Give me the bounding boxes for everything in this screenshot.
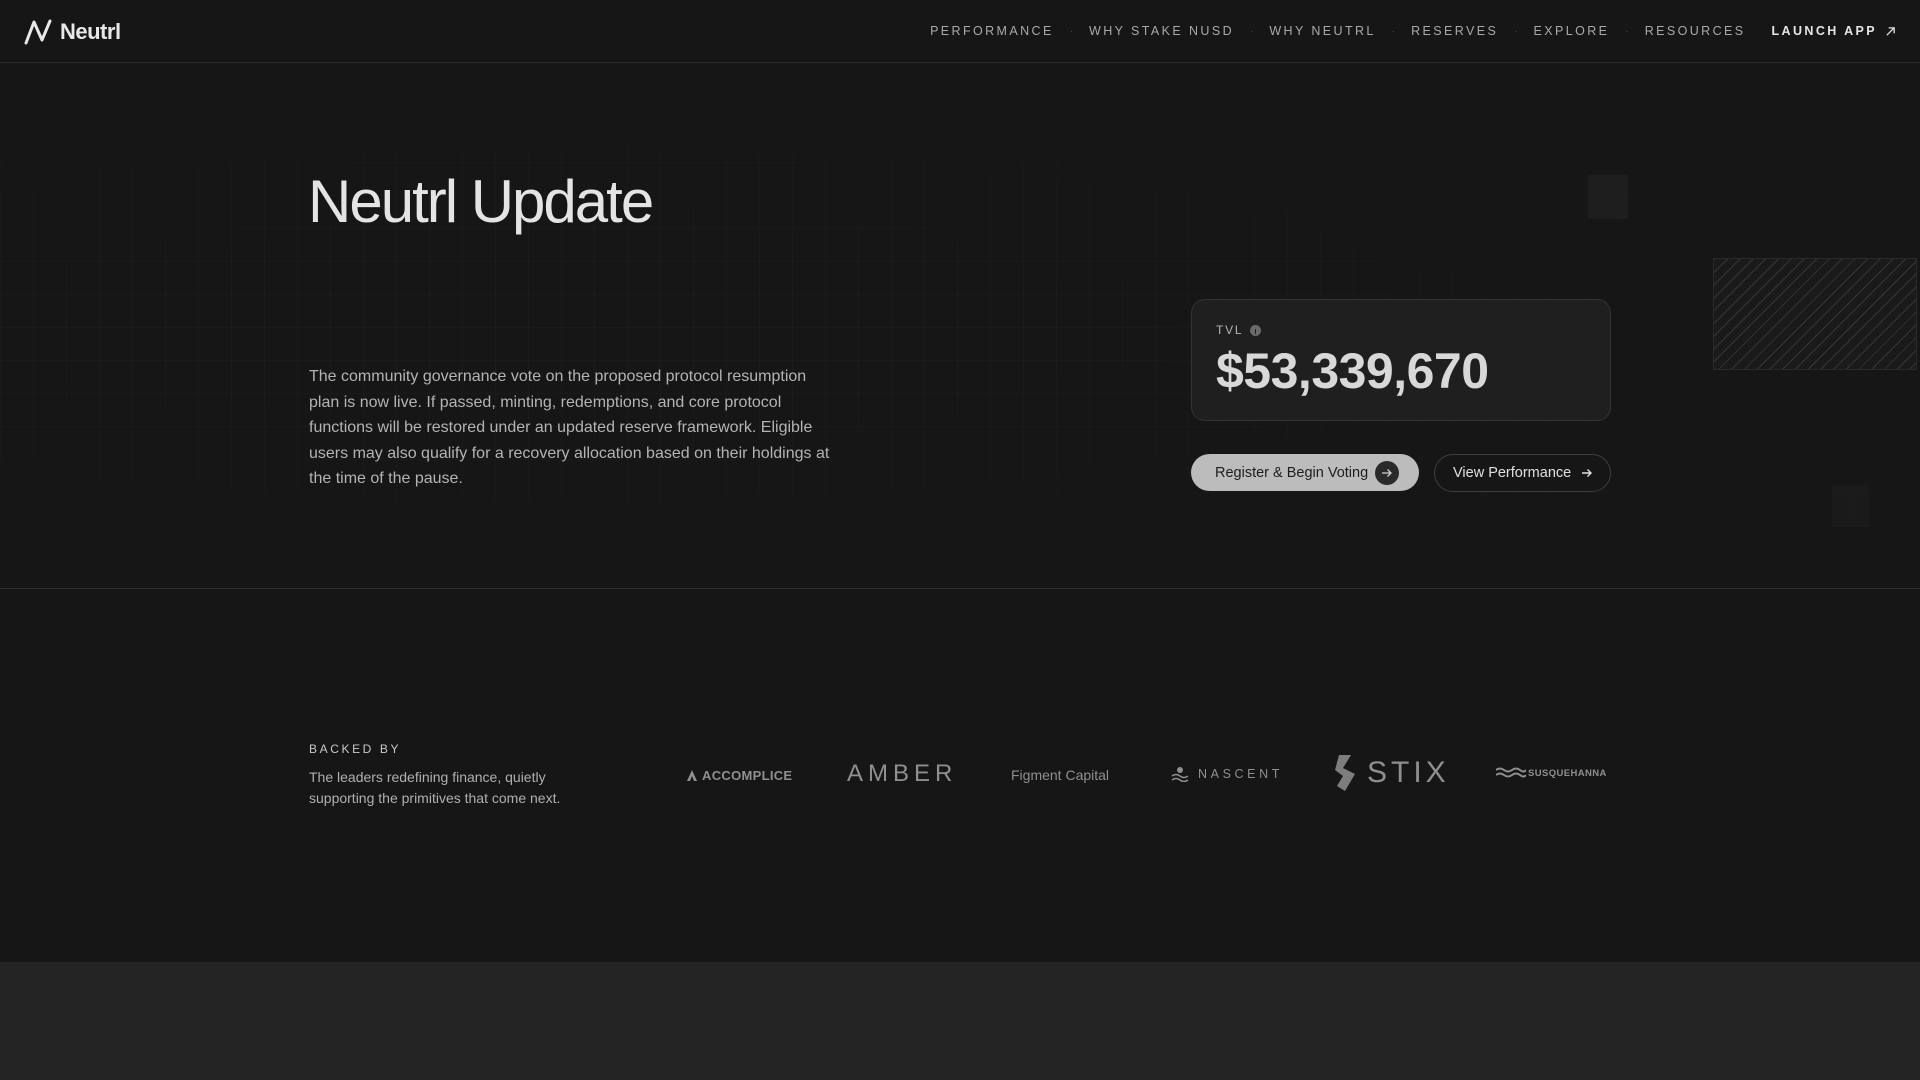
hero-description: The community governance vote on the pro…	[309, 368, 830, 487]
partner-name: STIX	[1367, 756, 1450, 789]
nav-separator: ·	[1250, 25, 1254, 37]
tvl-label: TVL	[1216, 323, 1244, 337]
info-icon[interactable]	[1250, 324, 1262, 336]
tvl-card: TVL $53,339,670	[1191, 299, 1611, 421]
partner-logo-amber: AMBER	[847, 760, 957, 788]
nav-separator: ·	[1514, 25, 1518, 37]
partner-logo-stix: STIX	[1333, 754, 1450, 792]
nav-item-reserves[interactable]: RESERVES	[1411, 24, 1498, 38]
partner-name: SUSQUEHANNA	[1528, 767, 1607, 779]
launch-app-label: LAUNCH APP	[1771, 24, 1877, 38]
register-vote-label: Register & Begin Voting	[1215, 464, 1369, 481]
decorative-square	[1832, 485, 1870, 527]
nav-separator: ·	[1069, 25, 1074, 37]
partner-name: ACCOMPLICE	[702, 768, 793, 783]
nav-item-performance[interactable]: PERFORMANCE	[930, 24, 1054, 38]
bottom-section	[0, 962, 1920, 1080]
tvl-value: $53,339,670	[1216, 343, 1489, 399]
decorative-square	[1588, 175, 1628, 219]
site-header: Neutrl PERFORMANCE · WHY STAKE NUSD · WH…	[0, 0, 1920, 63]
nav-item-explore[interactable]: EXPLORE	[1534, 24, 1610, 38]
partner-name: NASCENT	[1198, 767, 1283, 781]
stix-mark-icon	[1335, 755, 1355, 791]
nascent-mark-icon	[1171, 767, 1189, 782]
register-vote-button[interactable]: Register & Begin Voting	[1191, 454, 1419, 491]
backed-by-label: BACKED BY	[309, 742, 402, 756]
hero-grid-shade	[0, 63, 1920, 588]
neutrl-logo-icon	[24, 19, 52, 45]
partner-logo-accomplice: ACCOMPLICE	[686, 768, 792, 783]
tvl-label-row: TVL	[1216, 323, 1262, 337]
nav-separator: ·	[1625, 25, 1629, 37]
nav-separator: ·	[1391, 25, 1396, 37]
partner-logo-susquehanna: SUSQUEHANNA	[1496, 767, 1607, 779]
accomplice-mark-icon	[687, 770, 697, 781]
backed-by-section: BACKED BY The leaders redefining finance…	[0, 590, 1920, 962]
backed-by-description: The leaders redefining finance, quietly …	[309, 769, 561, 806]
nav-item-resources[interactable]: RESOURCES	[1645, 24, 1746, 38]
nav-item-why-stake-nusd[interactable]: WHY STAKE NUSD	[1089, 24, 1234, 38]
page-title: Neutrl Update	[308, 168, 654, 235]
nav-item-why-neutrl[interactable]: WHY NEUTRL	[1269, 24, 1375, 38]
susquehanna-wave-icon	[1496, 767, 1526, 778]
arrow-right-icon	[1375, 461, 1399, 485]
arrow-right-icon	[1582, 469, 1593, 477]
arrow-up-right-icon	[1886, 26, 1895, 36]
view-performance-label: View Performance	[1453, 465, 1572, 481]
brand-logo[interactable]: Neutrl	[24, 19, 121, 45]
brand-name: Neutrl	[60, 19, 121, 44]
view-performance-button[interactable]: View Performance	[1434, 454, 1611, 492]
partner-name: Figment Capital	[1011, 767, 1110, 783]
partner-name: AMBER	[847, 760, 958, 787]
partner-logo-figment-capital: Figment Capital	[1011, 767, 1109, 783]
main-nav: PERFORMANCE · WHY STAKE NUSD · WHY NEUTR…	[930, 0, 1896, 62]
partner-logo-nascent: NASCENT	[1171, 766, 1283, 782]
hero-section: Neutrl Update The community governance v…	[0, 63, 1920, 589]
launch-app-link[interactable]: LAUNCH APP	[1772, 24, 1896, 38]
decorative-hatch-panel	[1713, 258, 1917, 370]
